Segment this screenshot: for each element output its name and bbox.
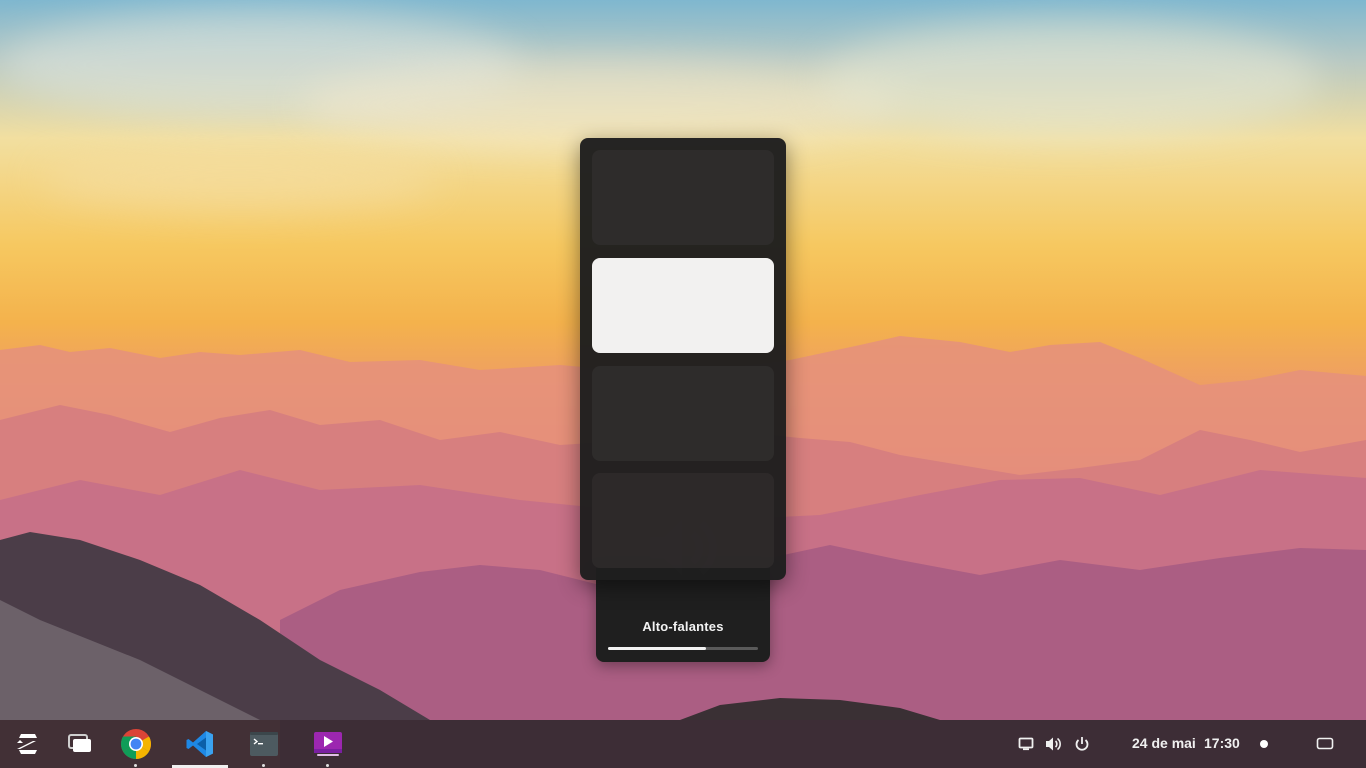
clock-label[interactable]: 17:30 [1204, 735, 1240, 751]
files-icon [68, 734, 91, 752]
running-indicator [134, 764, 137, 767]
switcher-item[interactable] [592, 150, 774, 245]
output-device-label: Alto-falantes [642, 619, 724, 634]
zorin-menu-button[interactable] [3, 720, 53, 768]
volume-level-bar [608, 647, 758, 650]
chrome-icon [120, 729, 152, 760]
vscode-button[interactable] [172, 720, 228, 768]
switcher-item[interactable] [592, 473, 774, 568]
volume-osd: Alto-falantes [596, 520, 770, 662]
display-icon[interactable] [1016, 734, 1036, 754]
video-player-button[interactable] [303, 720, 353, 768]
terminal-icon [250, 732, 278, 756]
power-icon[interactable] [1072, 734, 1092, 754]
window-switcher [580, 138, 786, 580]
volume-icon[interactable] [1044, 734, 1064, 754]
show-windows-button[interactable] [55, 720, 105, 768]
date-label[interactable]: 24 de mai [1132, 735, 1196, 751]
video-player-icon [314, 732, 342, 756]
running-indicator [262, 764, 265, 767]
switcher-item-selected[interactable] [592, 258, 774, 353]
vscode-icon [186, 731, 213, 757]
switcher-item[interactable] [592, 366, 774, 461]
show-desktop-icon[interactable] [1315, 734, 1335, 754]
running-indicator [326, 764, 329, 767]
terminal-button[interactable] [239, 720, 289, 768]
chrome-button[interactable] [111, 720, 161, 768]
notification-dot-icon[interactable] [1254, 734, 1274, 754]
volume-level-fill [608, 647, 706, 650]
zorin-menu-icon [17, 734, 37, 754]
